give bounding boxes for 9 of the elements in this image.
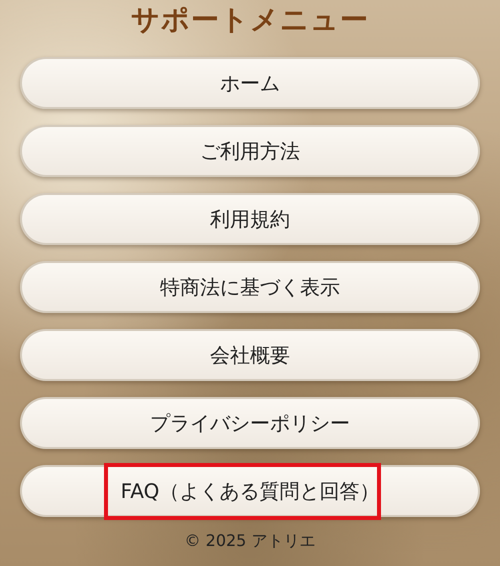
menu-button[interactable]: 特商法に基づく表示 (20, 261, 480, 313)
menu-button[interactable]: プライバシーポリシー (20, 397, 480, 449)
menu-button[interactable]: ホーム (20, 57, 480, 109)
menu-button[interactable]: 利用規約 (20, 193, 480, 245)
copyright-text: © 2025 アトリエ (184, 531, 316, 552)
menu-button[interactable]: ご利用方法 (20, 125, 480, 177)
page-title: サポートメニュー (131, 2, 369, 38)
menu-button[interactable]: FAQ（よくある質問と回答） (20, 465, 480, 517)
menu-button[interactable]: 会社概要 (20, 329, 480, 381)
